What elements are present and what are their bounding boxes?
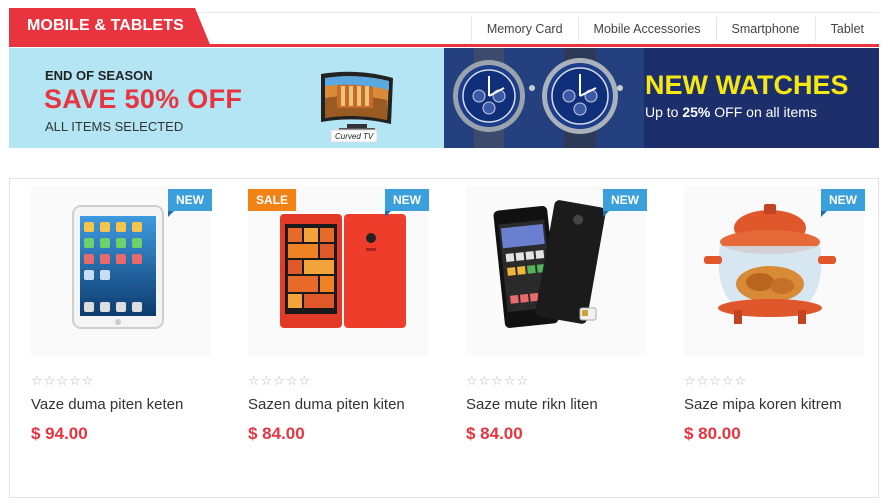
product-name[interactable]: Saze mipa koren kitrem <box>684 396 842 413</box>
product-price: $ 84.00 <box>248 424 305 443</box>
nav-item-mobile-accessories[interactable]: Mobile Accessories <box>577 17 716 41</box>
watches-icon <box>444 48 644 148</box>
smartphone-black-icon <box>493 200 606 328</box>
category-title: MOBILE & TABLETS <box>27 17 184 34</box>
product-image[interactable] <box>31 186 211 356</box>
product-card[interactable]: SALE NEW ☆☆☆☆☆ Sazen duma piten kiten $ … <box>248 179 448 479</box>
sale-badge: SALE <box>248 189 297 211</box>
tablet-icon <box>72 205 164 329</box>
product-image[interactable] <box>684 186 864 356</box>
badge-tail <box>821 211 827 217</box>
product-grid: NEW ☆☆☆☆☆ Vaze duma piten keten $ 94.00 <box>9 178 879 498</box>
product-price: $ 94.00 <box>31 424 88 443</box>
product-image[interactable] <box>248 186 428 356</box>
badge-tail <box>385 211 391 217</box>
product-name[interactable]: Saze mute rikn liten <box>466 396 598 413</box>
product-card[interactable]: NEW ☆☆☆☆☆ Saze mute rikn liten $ 84.00 <box>466 179 666 479</box>
product-image[interactable] <box>466 186 646 356</box>
banner-eyebrow: END OF SEASON <box>45 68 153 83</box>
nav-item-memory-card[interactable]: Memory Card <box>470 17 578 41</box>
product-price: $ 84.00 <box>466 424 523 443</box>
badge-tail <box>603 211 609 217</box>
new-badge: NEW <box>385 189 429 211</box>
banner-subtitle: ALL ITEMS SELECTED <box>45 119 184 134</box>
product-name[interactable]: Vaze duma piten keten <box>31 396 183 413</box>
watches-title: NEW WATCHES <box>645 70 849 100</box>
smartphone-red-icon <box>280 214 406 328</box>
season-sale-banner[interactable]: END OF SEASON SAVE 50% OFF ALL ITEMS SEL… <box>9 48 444 148</box>
halogen-oven-icon <box>704 204 836 324</box>
curved-tv-icon: Curved TV <box>321 71 393 143</box>
category-nav: Memory Card Mobile Accessories Smartphon… <box>470 17 879 41</box>
product-name[interactable]: Sazen duma piten kiten <box>248 396 405 413</box>
nav-item-smartphone[interactable]: Smartphone <box>715 17 815 41</box>
banner-headline: SAVE 50% OFF <box>44 84 243 114</box>
badge-tail <box>168 211 174 217</box>
product-card[interactable]: NEW ☆☆☆☆☆ Saze mipa koren kitrem $ 80.00 <box>684 179 884 479</box>
watches-subtitle: Up to 25% OFF on all items <box>645 104 817 120</box>
new-badge: NEW <box>168 189 212 211</box>
new-badge: NEW <box>603 189 647 211</box>
product-price: $ 80.00 <box>684 424 741 443</box>
product-card[interactable]: NEW ☆☆☆☆☆ Vaze duma piten keten $ 94.00 <box>31 179 231 479</box>
new-badge: NEW <box>821 189 865 211</box>
tv-brand-label: Curved TV <box>335 132 374 141</box>
rating-stars: ☆☆☆☆☆ <box>31 373 95 388</box>
watches-banner[interactable]: NEW WATCHES Up to 25% OFF on all items <box>444 48 879 148</box>
rating-stars: ☆☆☆☆☆ <box>684 373 748 388</box>
nav-item-tablet[interactable]: Tablet <box>814 17 879 41</box>
rating-stars: ☆☆☆☆☆ <box>466 373 530 388</box>
rating-stars: ☆☆☆☆☆ <box>248 373 312 388</box>
